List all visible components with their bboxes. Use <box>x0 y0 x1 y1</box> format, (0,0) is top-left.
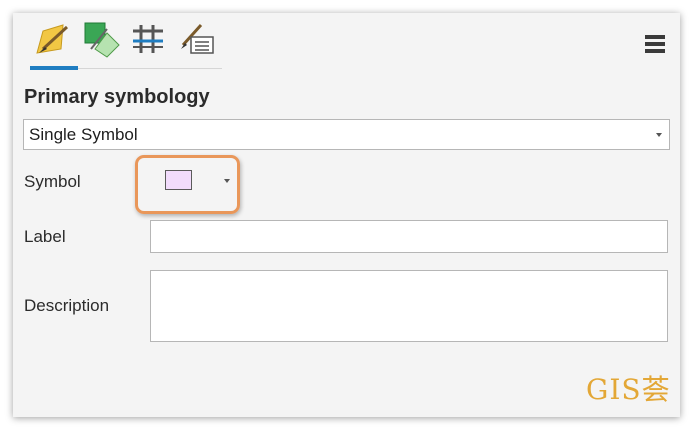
description-input[interactable] <box>150 270 668 342</box>
paintbrush-icon <box>36 24 69 54</box>
chevron-down-icon <box>656 133 662 137</box>
symbol-swatch-button[interactable] <box>165 170 192 190</box>
watermark-logo: GIS荟 <box>586 373 671 406</box>
description-label: Description <box>24 296 110 315</box>
hamburger-menu-icon <box>645 35 665 53</box>
tab-primary-symbology[interactable] <box>33 19 73 59</box>
selected-tab-indicator <box>30 66 78 70</box>
symbol-label: Symbol <box>24 172 81 191</box>
advanced-symbology-options-icon <box>181 23 214 54</box>
symbology-pane: Primary symbology Single Symbol Symbol L… <box>13 13 680 417</box>
tab-vary-symbology[interactable] <box>81 19 121 59</box>
symbology-type-dropdown[interactable]: Single Symbol <box>23 119 670 150</box>
tab-advanced-symbology-options[interactable] <box>177 19 217 59</box>
dropdown-selected-value: Single Symbol <box>29 125 138 144</box>
menu-button[interactable] <box>643 33 667 55</box>
tab-symbol-layer-drawing[interactable] <box>129 19 169 59</box>
chevron-down-icon[interactable] <box>224 179 230 183</box>
section-title: Primary symbology <box>24 86 210 108</box>
vary-symbology-icon <box>84 22 120 58</box>
label-label: Label <box>24 227 66 246</box>
symbol-layer-drawing-icon <box>133 25 163 53</box>
label-input[interactable] <box>150 220 668 253</box>
